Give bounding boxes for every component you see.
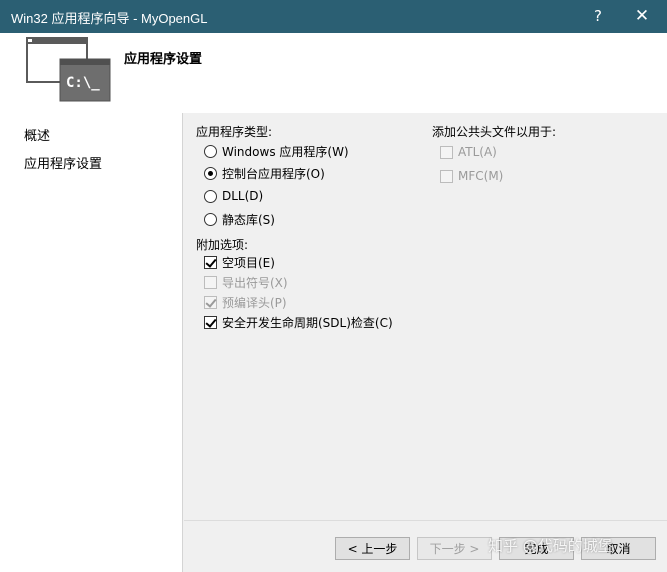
radio-button[interactable] — [204, 144, 217, 158]
radio-button[interactable] — [204, 166, 217, 180]
checkbox-label: 安全开发生命周期(SDL)检查(C) — [222, 315, 393, 330]
extra-options-label: 附加选项: — [196, 238, 249, 252]
sidebar-item-app-settings[interactable]: 应用程序设置 — [24, 153, 102, 172]
radio-button[interactable] — [204, 212, 217, 226]
checkbox — [204, 275, 217, 289]
radio-label: 控制台应用程序(O) — [222, 166, 325, 181]
checkbox-label: 预编译头(P) — [222, 295, 287, 310]
checkbox-empty-project[interactable]: 空项目(E) — [204, 253, 275, 271]
console-window-icon: C:\_ — [26, 37, 111, 102]
checkbox — [204, 295, 217, 309]
radio-label: DLL(D) — [222, 189, 264, 203]
finish-button[interactable]: 完成 — [499, 537, 574, 560]
checkbox-label: MFC(M) — [458, 169, 504, 183]
checkbox-label: ATL(A) — [458, 145, 497, 159]
title-bar: Win32 应用程序向导 - MyOpenGL ? ✕ — [0, 0, 667, 33]
page-title: 应用程序设置 — [124, 52, 203, 67]
checkbox — [440, 145, 453, 159]
footer-divider — [184, 520, 667, 521]
wizard-header: C:\_ 应用程序设置 — [0, 33, 667, 113]
checkbox-precompiled-header: 预编译头(P) — [204, 293, 287, 311]
checkbox-label: 空项目(E) — [222, 255, 275, 270]
sidebar: 概述 应用程序设置 — [0, 113, 183, 572]
radio-windows-app[interactable]: Windows 应用程序(W) — [204, 142, 349, 160]
radio-console-app[interactable]: 控制台应用程序(O) — [204, 164, 325, 182]
help-button[interactable]: ? — [576, 0, 620, 33]
logo-text: C:\_ — [66, 75, 100, 91]
checkbox[interactable] — [204, 315, 217, 329]
checkbox — [440, 169, 453, 183]
previous-button[interactable]: < 上一步 — [335, 537, 410, 560]
checkbox-mfc: MFC(M) — [440, 167, 503, 185]
radio-label: Windows 应用程序(W) — [222, 144, 349, 159]
close-button[interactable]: ✕ — [620, 0, 664, 33]
app-type-label: 应用程序类型: — [196, 125, 273, 139]
radio-label: 静态库(S) — [222, 212, 275, 227]
checkbox-sdl-checks[interactable]: 安全开发生命周期(SDL)检查(C) — [204, 313, 393, 331]
next-button[interactable]: 下一步 > — [417, 537, 492, 560]
radio-dll[interactable]: DLL(D) — [204, 187, 263, 205]
settings-panel: 应用程序类型: Windows 应用程序(W) 控制台应用程序(O) DLL(D… — [184, 113, 667, 572]
checkbox-label: 导出符号(X) — [222, 275, 288, 290]
radio-static-lib[interactable]: 静态库(S) — [204, 210, 275, 228]
radio-button[interactable] — [204, 189, 217, 203]
sidebar-item-overview[interactable]: 概述 — [24, 125, 50, 144]
common-headers-label: 添加公共头文件以用于: — [432, 125, 557, 139]
window-title: Win32 应用程序向导 - MyOpenGL — [11, 11, 208, 26]
checkbox[interactable] — [204, 255, 217, 269]
cancel-button[interactable]: 取消 — [581, 537, 656, 560]
checkbox-atl: ATL(A) — [440, 143, 497, 161]
checkbox-export-symbols: 导出符号(X) — [204, 273, 288, 291]
